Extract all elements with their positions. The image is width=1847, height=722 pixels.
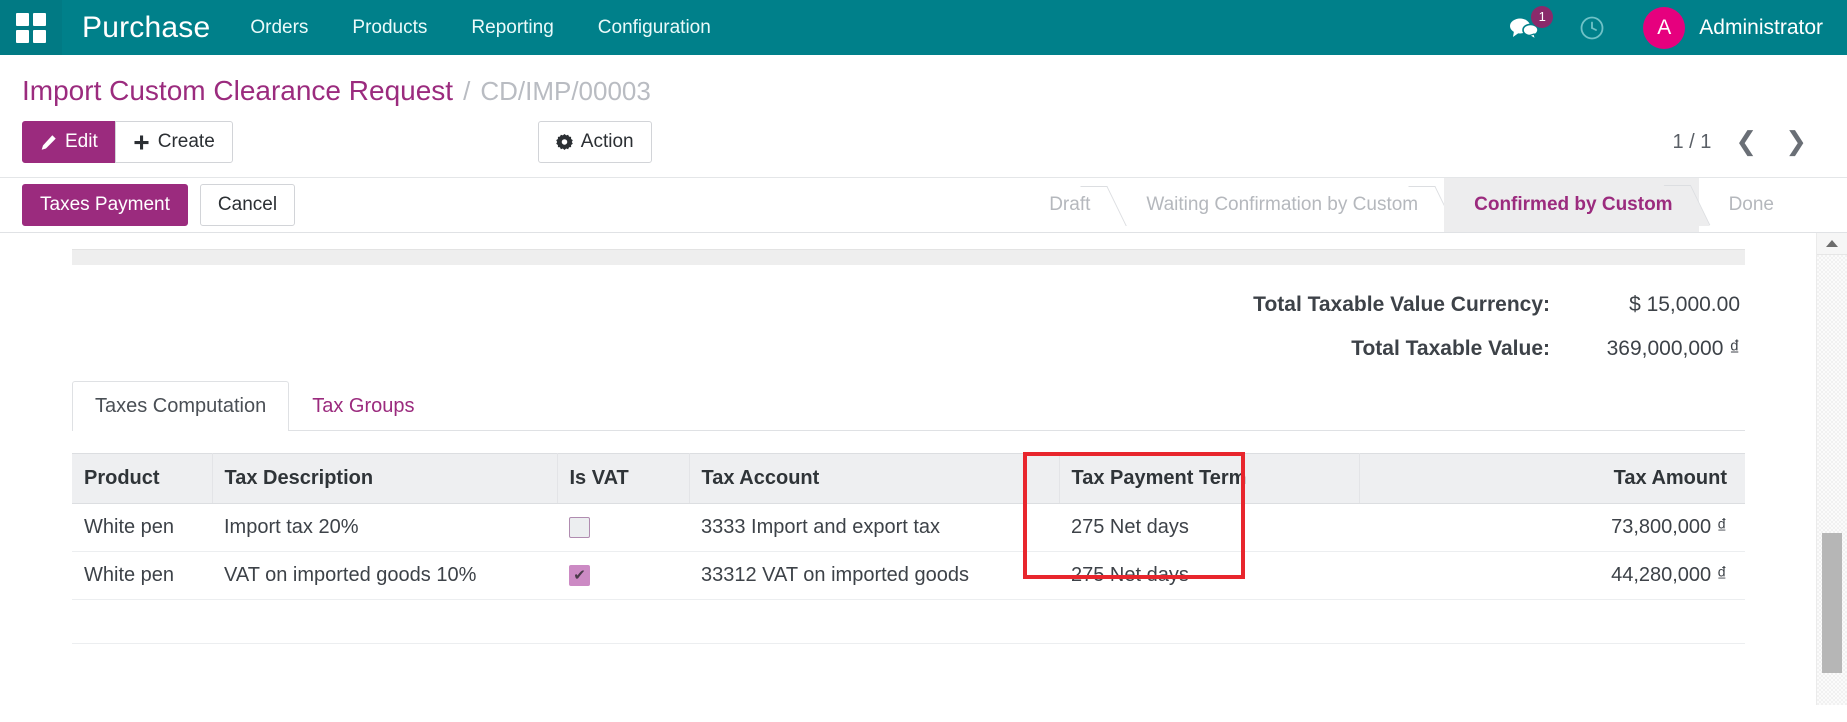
create-button[interactable]: Create <box>114 121 233 163</box>
taxes-computation-table: Product Tax Description Is VAT Tax Accou… <box>72 453 1745 644</box>
menu-item-products[interactable]: Products <box>330 0 449 56</box>
action-button-label: Action <box>580 131 634 152</box>
cell-tax-description: VAT on imported goods 10% <box>212 551 557 600</box>
cancel-button[interactable]: Cancel <box>199 184 296 226</box>
app-brand-purchase[interactable]: Purchase <box>62 11 228 45</box>
triangle-up-icon <box>1826 240 1838 247</box>
table-header: Product Tax Description Is VAT Tax Accou… <box>72 453 1745 504</box>
scrollbar-thumb[interactable] <box>1822 533 1842 673</box>
top-navbar: Purchase Orders Products Reporting Confi… <box>0 0 1847 55</box>
column-header-tax-description[interactable]: Tax Description <box>212 453 558 504</box>
action-button[interactable]: Action <box>537 121 652 163</box>
form-sheet-area: Total Taxable Value Currency: $ 15,000.0… <box>0 233 1847 705</box>
avatar: A <box>1643 6 1686 49</box>
column-header-tax-payment-term[interactable]: Tax Payment Term <box>1059 453 1360 504</box>
cell-tax-payment-term: 275 Net days <box>1059 551 1359 600</box>
menu-item-configuration[interactable]: Configuration <box>576 0 733 56</box>
column-header-is-vat[interactable]: Is VAT <box>557 453 690 504</box>
cell-tax-amount: 44,280,000 ₫ <box>1359 551 1745 600</box>
table-row[interactable]: White pen VAT on imported goods 10% ✔ 33… <box>72 551 1745 600</box>
pager-previous-icon[interactable]: ❮ <box>1731 129 1761 155</box>
cell-tax-account: 33312 VAT on imported goods <box>689 551 1059 600</box>
stage-done[interactable]: Done <box>1699 178 1800 232</box>
cell-is-vat: ✔ <box>557 551 689 600</box>
taxes-payment-button[interactable]: Taxes Payment <box>22 184 188 226</box>
stage-confirmed-by-custom[interactable]: Confirmed by Custom <box>1444 178 1699 232</box>
workflow-buttons: Taxes Payment Cancel <box>22 178 296 232</box>
cell-tax-account: 3333 Import and export tax <box>689 503 1059 552</box>
messages-badge: 1 <box>1531 5 1554 28</box>
cell-empty <box>1059 599 1359 644</box>
cell-product: White pen <box>72 551 212 600</box>
breadcrumb-parent[interactable]: Import Custom Clearance Request <box>22 75 453 107</box>
tab-taxes-computation[interactable]: Taxes Computation <box>72 381 290 431</box>
column-header-product[interactable]: Product <box>72 453 213 504</box>
notebook-tabs: Taxes Computation Tax Groups <box>72 381 1745 431</box>
is-vat-checkbox-unchecked[interactable] <box>569 517 590 539</box>
cell-empty <box>689 599 1059 644</box>
messages-button[interactable]: 1 <box>1493 5 1555 40</box>
vertical-scrollbar[interactable] <box>1816 233 1847 705</box>
cell-empty <box>212 599 557 644</box>
create-button-label: Create <box>157 131 215 152</box>
table-row[interactable]: White pen Import tax 20% 3333 Import and… <box>72 503 1745 552</box>
is-vat-checkbox-checked[interactable]: ✔ <box>569 565 590 587</box>
cell-tax-description: Import tax 20% <box>212 503 557 552</box>
scroll-up-button[interactable] <box>1817 233 1847 255</box>
total-taxable-value-label: Total Taxable Value: <box>1351 337 1550 360</box>
edit-button-label: Edit <box>65 131 98 152</box>
table-row-empty[interactable] <box>72 599 1745 644</box>
breadcrumb-separator: / <box>463 76 471 106</box>
totals-section: Total Taxable Value Currency: $ 15,000.0… <box>0 265 1800 361</box>
cell-tax-payment-term: 275 Net days <box>1059 503 1359 552</box>
stage-draft[interactable]: Draft <box>1019 178 1116 232</box>
table-header-row: Product Tax Description Is VAT Tax Accou… <box>72 453 1745 504</box>
main-menu: Orders Products Reporting Configuration <box>228 0 732 56</box>
control-panel: Edit Create Action 1 / 1 ❮ ❯ <box>0 111 1847 177</box>
breadcrumb: Import Custom Clearance Request / CD/IMP… <box>0 55 1847 111</box>
apps-menu-button[interactable] <box>0 0 62 55</box>
apps-grid-icon <box>16 12 46 43</box>
edit-button[interactable]: Edit <box>22 121 116 163</box>
pager-count: 1 / 1 <box>1672 130 1712 153</box>
menu-item-orders[interactable]: Orders <box>228 0 330 56</box>
user-menu[interactable]: A Administrator <box>1633 6 1823 49</box>
cell-is-vat <box>557 503 689 552</box>
total-row-taxable-value: Total Taxable Value: 369,000,000 ₫ <box>0 337 1740 361</box>
record-pager: 1 / 1 ❮ ❯ <box>1672 129 1825 155</box>
column-header-tax-amount[interactable]: Tax Amount <box>1359 453 1745 504</box>
cell-empty <box>557 599 689 644</box>
user-name-label: Administrator <box>1699 15 1823 39</box>
breadcrumb-current-record: CD/IMP/00003 <box>480 76 651 106</box>
cell-tax-amount: 73,800,000 ₫ <box>1359 503 1745 552</box>
table-body: White pen Import tax 20% 3333 Import and… <box>72 503 1745 644</box>
cell-product: White pen <box>72 503 212 552</box>
column-header-tax-account[interactable]: Tax Account <box>689 453 1060 504</box>
plus-icon <box>134 134 149 150</box>
stage-waiting-confirmation-by-custom[interactable]: Waiting Confirmation by Custom <box>1116 178 1444 232</box>
pencil-icon <box>41 134 56 150</box>
gear-icon <box>555 133 573 150</box>
form-sheet: Total Taxable Value Currency: $ 15,000.0… <box>0 249 1847 644</box>
menu-item-reporting[interactable]: Reporting <box>449 0 575 56</box>
status-stages: Draft Waiting Confirmation by Custom Con… <box>1019 178 1847 232</box>
tab-tax-groups[interactable]: Tax Groups <box>289 381 437 431</box>
activity-button[interactable] <box>1561 15 1627 41</box>
clock-icon <box>1580 16 1604 39</box>
total-taxable-value-value: 369,000,000 ₫ <box>1606 337 1740 360</box>
statusbar-row: Taxes Payment Cancel Draft Waiting Confi… <box>0 177 1847 233</box>
pager-next-icon[interactable]: ❯ <box>1781 129 1811 155</box>
taxes-computation-table-wrap: Product Tax Description Is VAT Tax Accou… <box>72 452 1745 644</box>
total-row-taxable-value-currency: Total Taxable Value Currency: $ 15,000.0… <box>0 293 1740 317</box>
cell-empty <box>1359 599 1745 644</box>
total-taxable-value-currency-label: Total Taxable Value Currency: <box>1253 293 1550 316</box>
scrolled-content-placeholder <box>72 249 1745 265</box>
cell-empty <box>72 599 212 644</box>
total-taxable-value-currency-value: $ 15,000.00 <box>1629 293 1740 316</box>
navbar-right-group: 1 A Administrator <box>1493 5 1847 49</box>
